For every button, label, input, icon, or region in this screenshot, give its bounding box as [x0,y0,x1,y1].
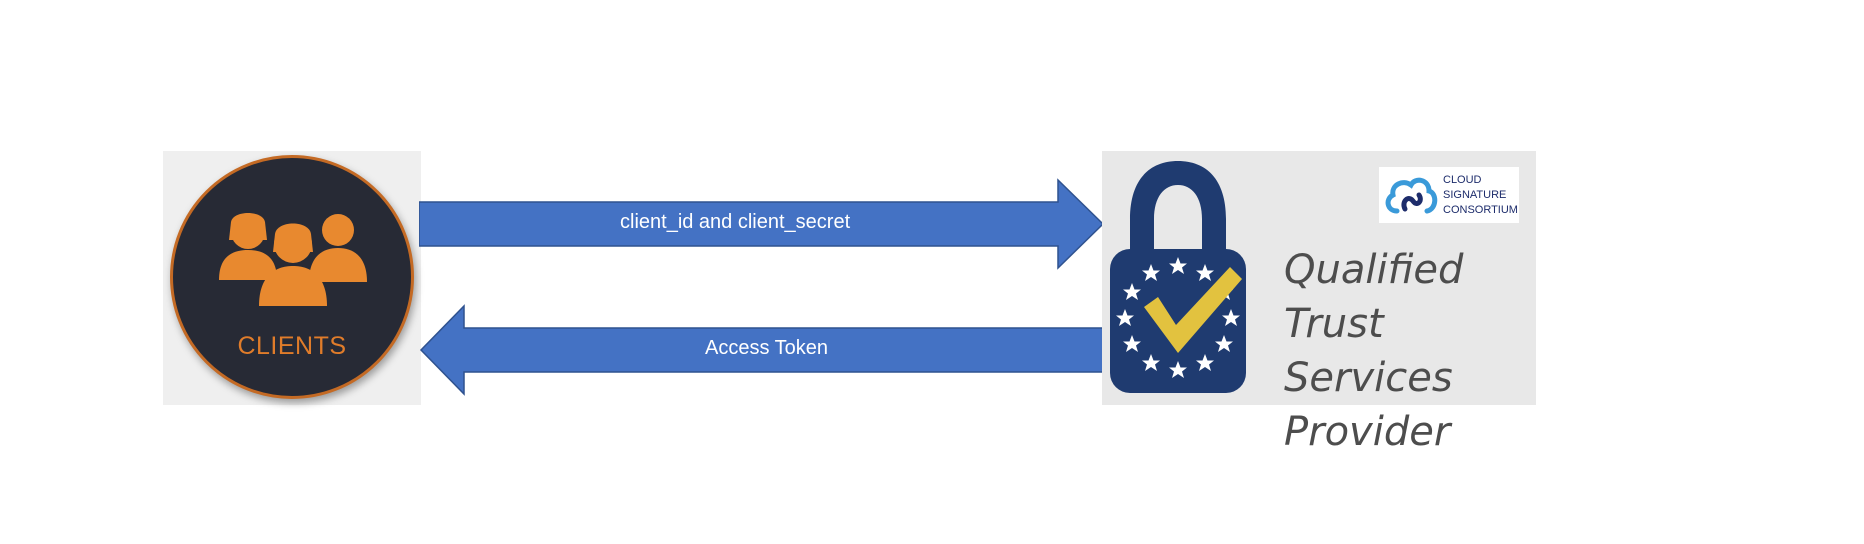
provider-title: Qualified Trust Services Provider [1284,243,1536,459]
provider-title-line2: Trust Services [1284,301,1453,401]
response-arrow-label: Access Token [705,337,829,359]
cloud-signature-consortium-badge: CLOUD SIGNATURE CONSORTIUM [1379,167,1519,223]
clients-panel: CLIENTS [163,151,421,405]
diagram-canvas: CLIENTS client_id and client_secret Acce… [0,0,1864,544]
provider-panel: CLOUD SIGNATURE CONSORTIUM Qualified Tru… [1102,151,1536,455]
clients-badge: CLIENTS [170,155,414,399]
consortium-name: CLOUD SIGNATURE CONSORTIUM [1443,173,1518,218]
people-group-icon [219,213,367,306]
eu-trust-lock-icon [1110,161,1246,393]
consortium-name-line2: SIGNATURE [1443,189,1507,201]
cloud-signature-logo-icon [1385,177,1438,214]
clients-label: CLIENTS [237,332,347,360]
provider-title-line3: Provider [1284,409,1451,455]
consortium-name-line1: CLOUD [1443,174,1482,186]
provider-title-line1: Qualified [1284,247,1464,293]
request-arrow-label: client_id and client_secret [620,211,851,233]
consortium-name-line3: CONSORTIUM [1443,204,1518,216]
